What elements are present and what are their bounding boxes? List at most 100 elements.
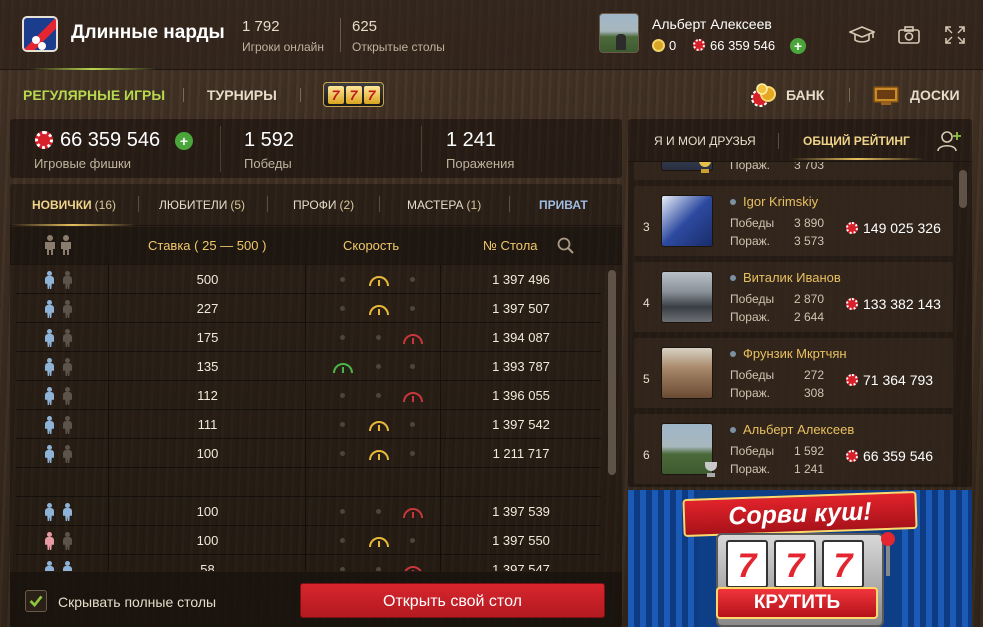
tab-amateurs[interactable]: ЛЮБИТЕЛИ (5) <box>159 198 245 212</box>
player-name[interactable]: Фрунзик Мкртчян <box>743 346 847 361</box>
slot-machine-button[interactable]: 7 7 7 <box>323 82 384 107</box>
table-row[interactable]: 175 1 394 087 <box>16 323 601 352</box>
player-seat-icon <box>62 329 73 347</box>
tables-scrollbar[interactable] <box>608 270 616 475</box>
player-avatar[interactable] <box>661 271 713 323</box>
tab-count: (2) <box>339 198 355 212</box>
chip-icon <box>693 39 705 51</box>
player-seat-icon <box>44 387 55 405</box>
rating-scrollbar[interactable] <box>959 170 967 208</box>
table-number: 1 397 542 <box>492 417 550 432</box>
nav-bank[interactable]: БАНК <box>786 87 824 103</box>
speed-dot <box>376 393 381 398</box>
player-seat-icon <box>62 300 73 318</box>
online-status-dot <box>730 199 736 205</box>
rating-rank: 4 <box>643 296 650 310</box>
hide-full-tables-checkbox[interactable] <box>25 590 47 612</box>
speed-dot <box>340 422 345 427</box>
players-column-icon[interactable] <box>42 234 76 256</box>
player-avatar[interactable] <box>661 195 713 247</box>
rating-card[interactable]: 3 Igor Krimskiy Победы 3 890 Пораж. 3 57… <box>634 186 953 256</box>
tab-global-rating[interactable]: ОБЩИЙ РЕЙТИНГ <box>803 134 910 148</box>
tab-count: (16) <box>94 198 117 212</box>
divider <box>300 88 301 102</box>
add-chips-button[interactable]: + <box>790 38 806 54</box>
table-row[interactable]: 100 1 397 539 <box>16 497 601 526</box>
table-stake: 111 <box>197 417 218 432</box>
player-avatar[interactable] <box>661 347 713 399</box>
player-chips: 66 359 546 <box>863 448 934 464</box>
open-own-table-button[interactable]: Открыть свой стол <box>300 583 605 618</box>
trophy-icon <box>698 162 712 174</box>
nav-boards[interactable]: ДОСКИ <box>910 87 960 103</box>
player-seat-icon <box>44 445 55 463</box>
player-seat-icon <box>44 561 55 571</box>
speed-dot <box>410 538 415 543</box>
user-name[interactable]: Альберт Алексеев <box>652 16 772 32</box>
table-stake: 100 <box>196 446 219 461</box>
nav-regular-games[interactable]: РЕГУЛЯРНЫЕ ИГРЫ <box>23 87 165 103</box>
bank-chips-icon[interactable] <box>750 82 778 108</box>
rating-card[interactable]: 6 Альберт Алексеев Победы 1 592 Пораж. 1… <box>634 414 953 484</box>
wins-label: Победы <box>730 368 775 382</box>
table-row[interactable]: 500 1 397 496 <box>16 265 601 294</box>
rating-card[interactable]: 4 Виталик Иванов Победы 2 870 Пораж. 2 6… <box>634 262 953 332</box>
rating-card[interactable]: 5 Фрунзик Мкртчян Победы 272 Пораж. 308 … <box>634 338 953 408</box>
tab-pros[interactable]: ПРОФИ (2) <box>293 198 354 212</box>
table-row[interactable]: 100 1 397 550 <box>16 526 601 555</box>
search-icon[interactable] <box>556 236 576 256</box>
rating-rank: 6 <box>643 448 650 462</box>
tab-beginners[interactable]: НОВИЧКИ (16) <box>32 198 116 212</box>
add-chips-button[interactable]: + <box>175 132 193 150</box>
losses-label: Пораж. <box>730 462 771 476</box>
player-seat-icon <box>62 503 73 521</box>
table-stake: 175 <box>196 330 219 345</box>
stats-chips-value: 66 359 546 <box>60 129 161 151</box>
table-number: 1 211 717 <box>492 446 550 461</box>
table-row[interactable]: 58 1 397 547 <box>16 555 601 571</box>
tab-private[interactable]: ПРИВАТ <box>539 198 588 212</box>
tab-me-and-friends[interactable]: Я И МОИ ДРУЗЬЯ <box>654 134 756 148</box>
player-seat-icon <box>44 416 55 434</box>
player-name[interactable]: Альберт Алексеев <box>743 422 854 437</box>
player-name[interactable]: Igor Krimskiy <box>743 194 818 209</box>
wins-value: 3 890 <box>793 216 824 230</box>
table-number: 1 397 507 <box>492 301 550 316</box>
add-friend-icon[interactable] <box>936 129 964 153</box>
speed-gauge-icon <box>369 276 389 287</box>
fullscreen-icon[interactable] <box>942 24 968 46</box>
chip-icon <box>35 131 53 149</box>
stats-wins-value: 1 592 <box>244 129 295 151</box>
online-status-dot <box>730 427 736 433</box>
table-row[interactable]: 135 1 393 787 <box>16 352 601 381</box>
table-row[interactable]: 100 1 211 717 <box>16 439 601 468</box>
jackpot-promo-banner[interactable]: Сорви куш! 7 7 7 КРУТИТЬ <box>628 490 972 627</box>
player-name[interactable]: Виталик Иванов <box>743 270 841 285</box>
player-seat-icon <box>62 445 73 463</box>
column-speed[interactable]: Скорость <box>343 238 399 253</box>
speed-gauge-icon <box>403 334 423 345</box>
table-row[interactable]: 227 1 397 507 <box>16 294 601 323</box>
graduation-cap-icon[interactable] <box>849 24 875 46</box>
table-row[interactable]: 111 1 397 542 <box>16 410 601 439</box>
speed-gauge-icon <box>369 450 389 461</box>
column-stake[interactable]: Ставка ( 25 — 500 ) <box>148 238 266 253</box>
wins-label: Победы <box>730 292 775 306</box>
column-table-number[interactable]: № Стола <box>483 238 538 253</box>
open-tables-label: Открытые столы <box>352 40 445 54</box>
camera-icon[interactable] <box>896 24 922 46</box>
hide-full-tables-label[interactable]: Скрывать полные столы <box>58 594 216 610</box>
table-row[interactable]: 112 1 396 055 <box>16 381 601 410</box>
players-online-label: Игроки онлайн <box>242 40 324 54</box>
backgammon-board-icon[interactable] <box>873 84 899 106</box>
table-stake: 135 <box>196 359 219 374</box>
rating-card[interactable]: Пораж. 3 703 <box>634 162 953 180</box>
divider <box>509 196 510 212</box>
user-avatar[interactable] <box>599 13 639 53</box>
app-logo-icon[interactable] <box>22 16 58 52</box>
divider <box>379 196 380 212</box>
speed-gauge-icon <box>403 392 423 403</box>
spin-button[interactable]: КРУТИТЬ <box>716 587 878 619</box>
tab-masters[interactable]: МАСТЕРА (1) <box>407 198 481 212</box>
nav-tournaments[interactable]: ТУРНИРЫ <box>207 87 277 103</box>
